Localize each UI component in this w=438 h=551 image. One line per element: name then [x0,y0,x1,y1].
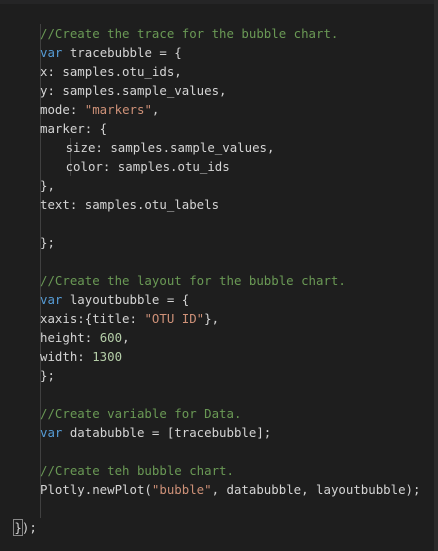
code-token: xaxis:{title: [40,311,145,326]
code-token: var [40,292,63,307]
code-line-content: Plotly.newPlot("bubble", databubble, lay… [40,480,420,499]
code-line-content: height: 600, [40,328,130,347]
code-line[interactable] [0,442,438,461]
code-line[interactable] [0,214,438,233]
code-token: }; [40,368,55,383]
indent-guide [40,442,41,461]
code-line-content: width: 1300 [40,347,122,366]
code-line[interactable]: var databubble = [tracebubble]; [0,423,438,442]
code-token: marker: { [40,121,108,136]
editor-top-edge [0,0,438,4]
code-line-content: size: samples.sample_values, [66,138,275,157]
code-token: //Create teh bubble chart. [40,463,234,478]
code-line[interactable]: //Create the layout for the bubble chart… [0,271,438,290]
code-line-content: var tracebubble = { [40,43,182,62]
code-line[interactable] [0,385,438,404]
indent-guide [40,252,41,271]
code-token: ); [21,520,37,535]
indent-guide [40,499,41,518]
code-token: "markers" [84,102,152,117]
code-token: x: samples.otu_ids, [40,64,182,79]
code-token: , databubble, layoutbubble); [211,482,421,497]
code-line-content: }; [40,366,55,385]
code-line[interactable]: var tracebubble = { [0,43,438,62]
code-line[interactable]: //Create teh bubble chart. [0,461,438,480]
code-line[interactable]: }); [0,518,438,537]
code-line-content: //Create the trace for the bubble chart. [40,24,338,43]
code-line-content: y: samples.sample_values, [40,81,227,100]
code-line-content: color: samples.otu_ids [66,157,230,176]
code-token: var [40,45,63,60]
code-line[interactable]: x: samples.otu_ids, [0,62,438,81]
code-line[interactable]: }; [0,233,438,252]
code-line-content: //Create variable for Data. [40,404,241,423]
code-line-content: var databubble = [tracebubble]; [40,423,271,442]
code-token: , [151,102,160,117]
code-line[interactable]: size: samples.sample_values, [0,138,438,157]
code-line[interactable]: }, [0,176,438,195]
code-line-content: }, [40,176,55,195]
code-token: 1300 [92,349,123,364]
code-area[interactable]: //Create the trace for the bubble chart.… [0,24,438,537]
code-line[interactable]: mode: "markers", [0,100,438,119]
vertical-scrollbar[interactable] [434,0,438,551]
indent-guide [40,157,41,176]
code-line[interactable]: y: samples.sample_values, [0,81,438,100]
code-line-content: }); [13,518,37,537]
code-line[interactable]: var layoutbubble = { [0,290,438,309]
code-line[interactable]: //Create variable for Data. [0,404,438,423]
code-line-content: var layoutbubble = { [40,290,189,309]
code-token: text: samples.otu_labels [40,197,220,212]
code-line-content: }; [40,233,55,252]
code-token: //Create variable for Data. [40,406,242,421]
code-line-content: text: samples.otu_labels [40,195,219,214]
code-token: mode: [40,102,85,117]
code-line-content: xaxis:{title: "OTU ID"}, [40,309,219,328]
code-line[interactable]: Plotly.newPlot("bubble", databubble, lay… [0,480,438,499]
code-line[interactable]: xaxis:{title: "OTU ID"}, [0,309,438,328]
indent-guide [40,214,41,233]
code-token: }, [40,178,55,193]
code-token: "OTU ID" [144,311,205,326]
code-token: } [13,519,23,536]
code-line[interactable]: //Create the trace for the bubble chart. [0,24,438,43]
code-line[interactable]: marker: { [0,119,438,138]
code-token: , [122,330,130,345]
code-line[interactable] [0,252,438,271]
code-token: databubble = [tracebubble]; [62,425,272,440]
code-token: Plotly.newPlot( [40,482,152,497]
code-editor[interactable]: //Create the trace for the bubble chart.… [0,0,438,551]
code-token: layoutbubble = { [62,292,190,307]
code-token: //Create the layout for the bubble chart… [40,273,346,288]
code-token: height: [40,330,100,345]
code-token: size: samples.sample_values, [65,140,275,155]
code-line-content: marker: { [40,119,107,138]
code-token: //Create the trace for the bubble chart. [40,26,339,41]
code-line-content: mode: "markers", [40,100,159,119]
code-line-content: //Create teh bubble chart. [40,461,234,480]
code-token: width: [40,349,93,364]
code-token: color: samples.otu_ids [65,159,230,174]
code-token: "bubble" [151,482,212,497]
code-token: var [40,425,63,440]
code-token: tracebubble = { [62,45,182,60]
code-line-content: //Create the layout for the bubble chart… [40,271,346,290]
code-line[interactable] [0,499,438,518]
code-line[interactable]: color: samples.otu_ids [0,157,438,176]
code-token: }; [40,235,55,250]
code-line[interactable]: width: 1300 [0,347,438,366]
code-token: }, [204,311,220,326]
code-token: 600 [99,330,123,345]
code-line[interactable]: text: samples.otu_labels [0,195,438,214]
code-line[interactable]: }; [0,366,438,385]
code-line[interactable]: height: 600, [0,328,438,347]
indent-guide [40,385,41,404]
code-token: y: samples.sample_values, [40,83,227,98]
indent-guide [40,138,41,157]
code-line-content: x: samples.otu_ids, [40,62,182,81]
